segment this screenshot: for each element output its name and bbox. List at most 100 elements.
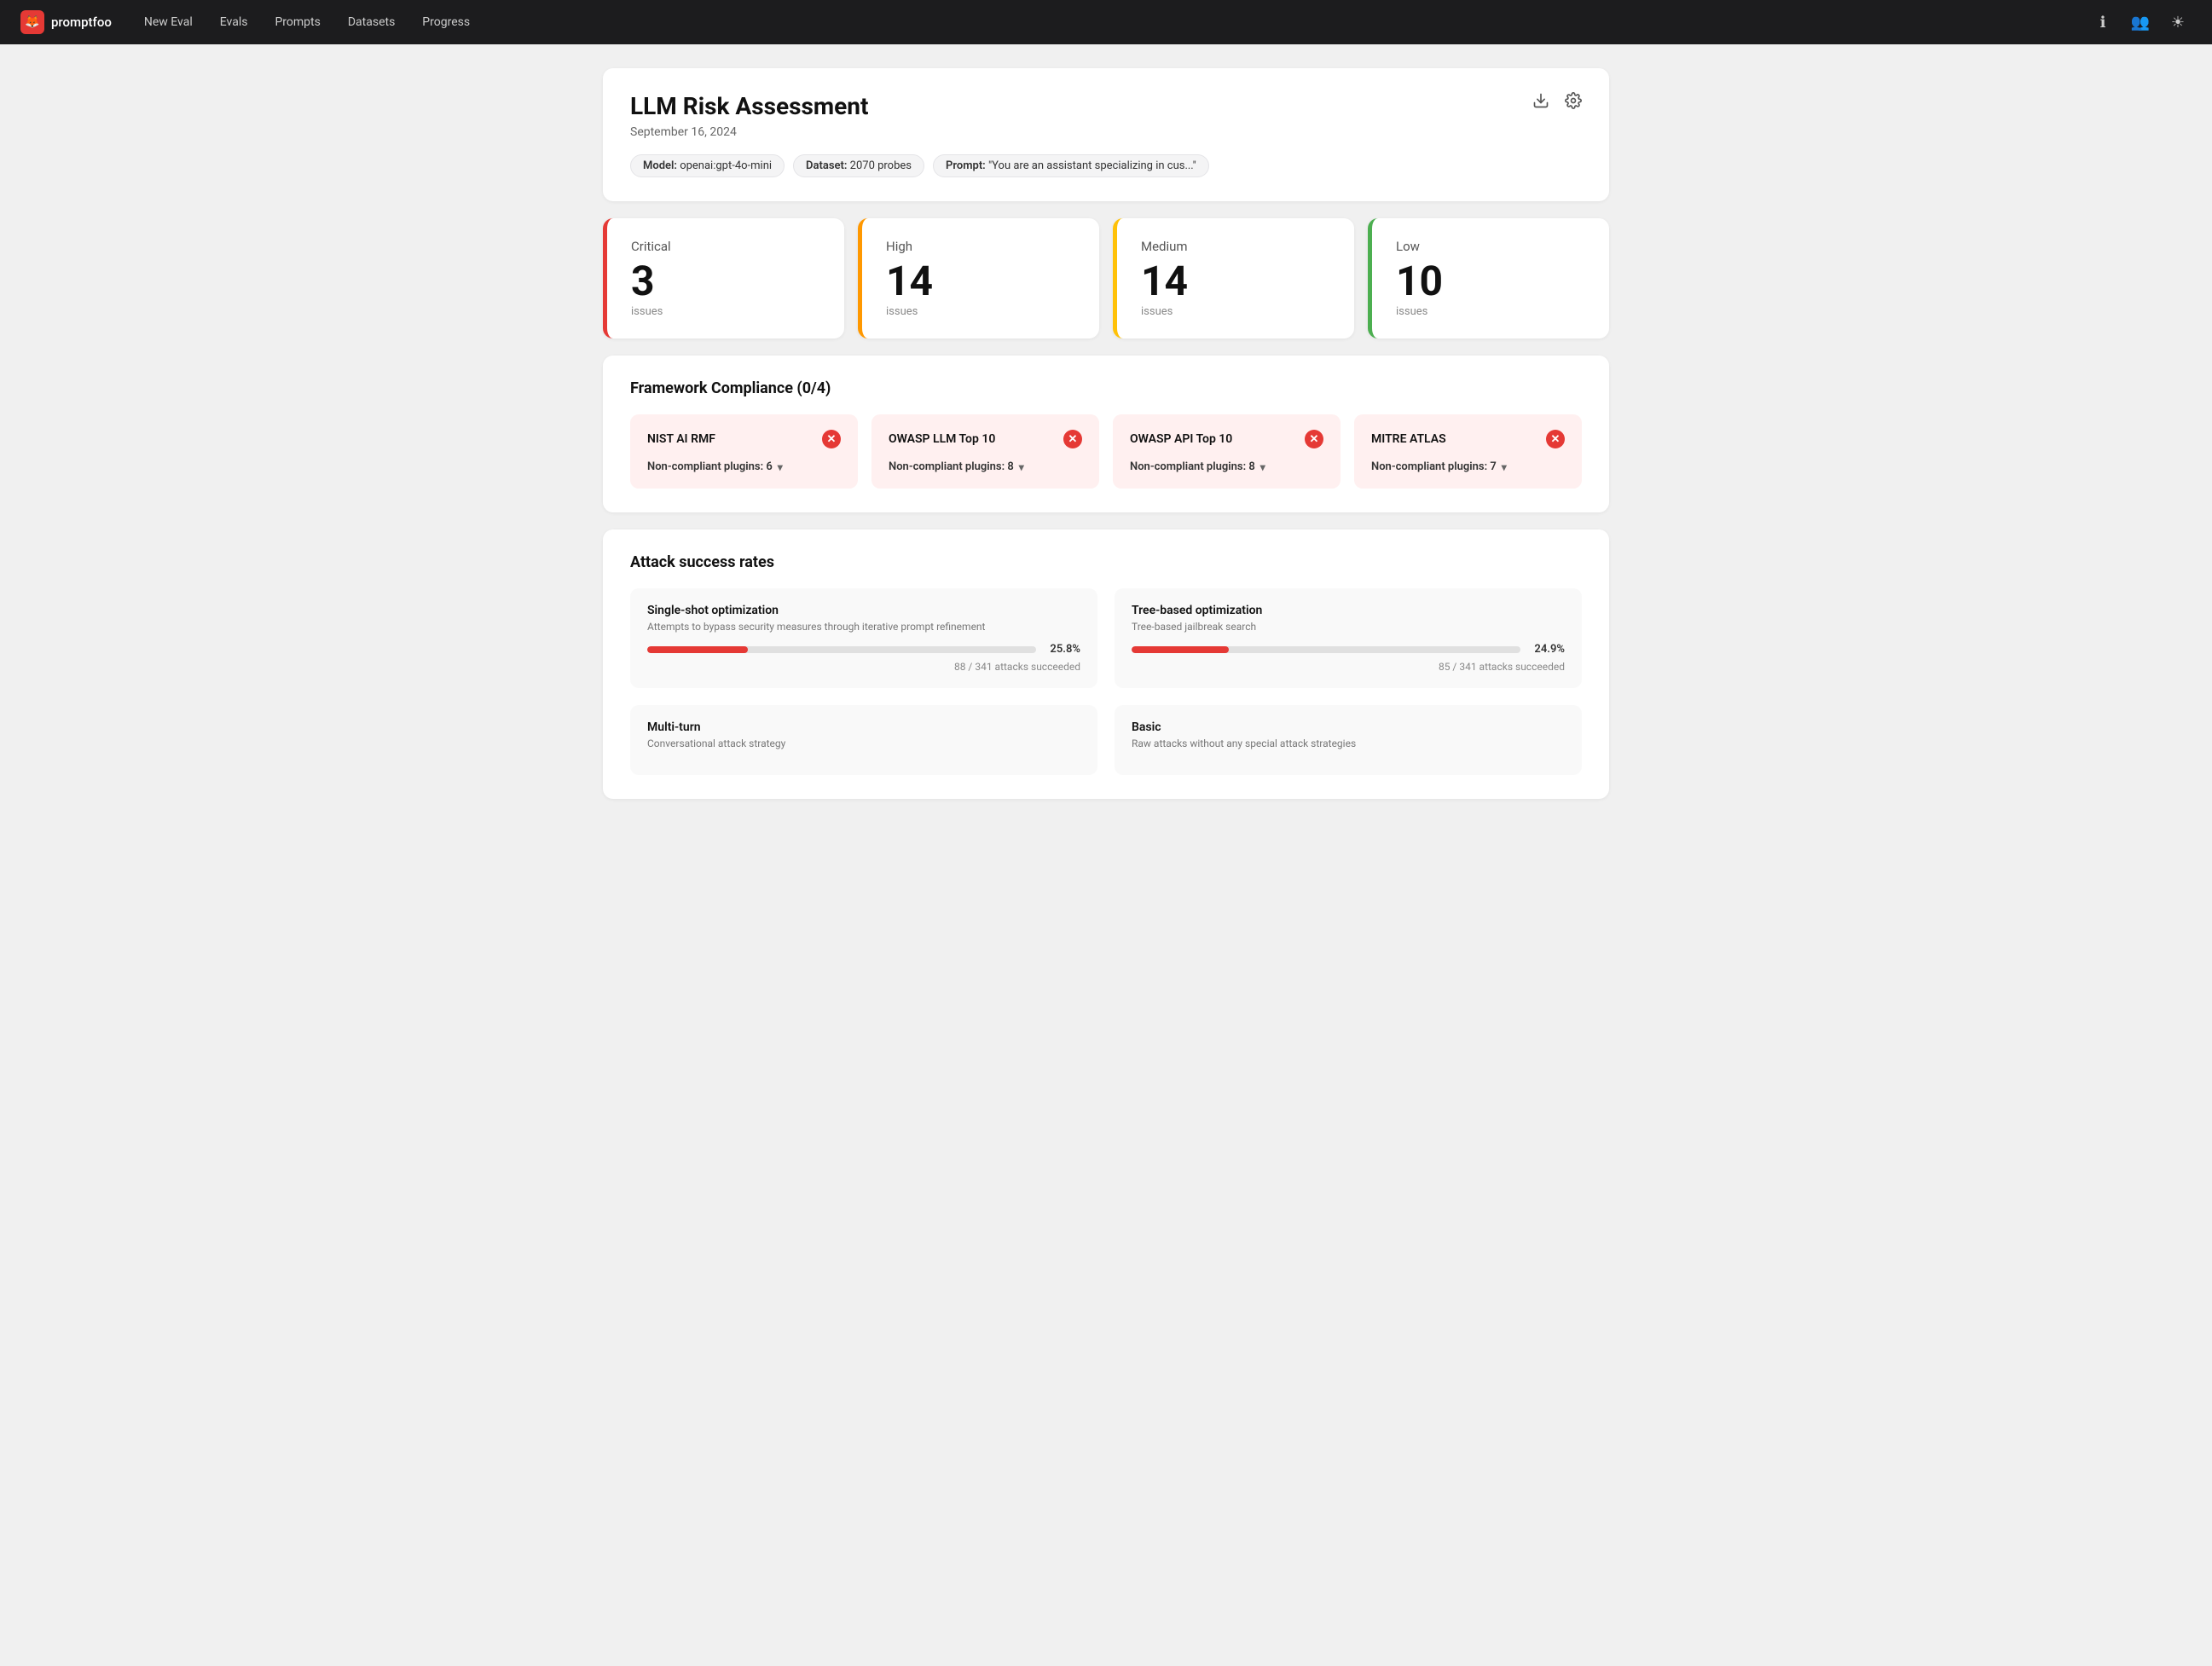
owasp-llm-plugins-text: Non-compliant plugins: 8	[889, 460, 1014, 473]
framework-compliance-title: Framework Compliance (0/4)	[630, 379, 1582, 397]
severity-card-critical[interactable]: Critical 3 issues	[603, 218, 844, 338]
framework-owasp-api-name: OWASP API Top 10	[1130, 432, 1232, 446]
header-actions	[1529, 89, 1585, 113]
nav-progress[interactable]: Progress	[410, 10, 482, 34]
nav-prompts[interactable]: Prompts	[263, 10, 332, 34]
users-icon: 👥	[2131, 14, 2150, 32]
logo-icon: 🦊	[20, 10, 44, 34]
owasp-llm-fail-icon: ✕	[1063, 430, 1082, 448]
high-sub: issues	[886, 305, 1075, 318]
attack-tree-based-name: Tree-based optimization	[1132, 604, 1565, 617]
logo-text: promptfoo	[51, 14, 112, 30]
owasp-api-plugins-text: Non-compliant plugins: 8	[1130, 460, 1255, 473]
dataset-badge: Dataset: 2070 probes	[793, 154, 924, 177]
attack-tree-based-pct: 24.9%	[1529, 643, 1565, 656]
attack-basic: Basic Raw attacks without any special at…	[1115, 705, 1582, 775]
header-card: LLM Risk Assessment September 16, 2024 M…	[603, 68, 1609, 201]
framework-mitre-header: MITRE ATLAS ✕	[1371, 430, 1565, 448]
attack-single-shot-progress-bg	[647, 646, 1036, 653]
frameworks-grid: NIST AI RMF ✕ Non-compliant plugins: 6 ▾…	[630, 414, 1582, 489]
attack-multi-turn-name: Multi-turn	[647, 720, 1080, 734]
attack-single-shot-desc: Attempts to bypass security measures thr…	[647, 621, 1080, 633]
attack-basic-name: Basic	[1132, 720, 1565, 734]
nav-links: New Eval Evals Prompts Datasets Progress	[132, 10, 2082, 34]
framework-nist: NIST AI RMF ✕ Non-compliant plugins: 6 ▾	[630, 414, 858, 489]
owasp-llm-plugins[interactable]: Non-compliant plugins: 8 ▾	[889, 460, 1082, 473]
gear-icon	[1565, 92, 1582, 109]
owasp-api-chevron-icon: ▾	[1260, 461, 1265, 473]
framework-compliance-card: Framework Compliance (0/4) NIST AI RMF ✕…	[603, 356, 1609, 512]
users-icon-button[interactable]: 👥	[2127, 9, 2154, 36]
nav-evals[interactable]: Evals	[208, 10, 260, 34]
dataset-label: Dataset:	[806, 159, 847, 172]
attack-single-shot-pct: 25.8%	[1045, 643, 1080, 656]
theme-icon: ☀	[2171, 14, 2185, 32]
attack-tree-based-progress-fill	[1132, 646, 1229, 653]
high-count: 14	[886, 261, 1075, 302]
high-label: High	[886, 239, 1075, 254]
attack-multi-turn-desc: Conversational attack strategy	[647, 738, 1080, 749]
framework-owasp-api-header: OWASP API Top 10 ✕	[1130, 430, 1323, 448]
meta-row: Model: openai:gpt-4o-mini Dataset: 2070 …	[630, 154, 1582, 177]
medium-count: 14	[1141, 261, 1330, 302]
nist-plugins[interactable]: Non-compliant plugins: 6 ▾	[647, 460, 841, 473]
framework-owasp-llm-header: OWASP LLM Top 10 ✕	[889, 430, 1082, 448]
nav-new-eval[interactable]: New Eval	[132, 10, 205, 34]
low-label: Low	[1396, 239, 1585, 254]
framework-owasp-llm: OWASP LLM Top 10 ✕ Non-compliant plugins…	[871, 414, 1099, 489]
theme-icon-button[interactable]: ☀	[2164, 9, 2192, 36]
critical-count: 3	[631, 261, 820, 302]
model-badge: Model: openai:gpt-4o-mini	[630, 154, 785, 177]
framework-owasp-llm-name: OWASP LLM Top 10	[889, 432, 995, 446]
prompt-value: "You are an assistant specializing in cu…	[988, 159, 1196, 172]
attack-single-shot-progress-fill	[647, 646, 748, 653]
mitre-plugins[interactable]: Non-compliant plugins: 7 ▾	[1371, 460, 1565, 473]
nist-chevron-icon: ▾	[778, 461, 783, 473]
model-value: openai:gpt-4o-mini	[680, 159, 772, 172]
medium-sub: issues	[1141, 305, 1330, 318]
owasp-api-plugins[interactable]: Non-compliant plugins: 8 ▾	[1130, 460, 1323, 473]
framework-mitre: MITRE ATLAS ✕ Non-compliant plugins: 7 ▾	[1354, 414, 1582, 489]
framework-nist-name: NIST AI RMF	[647, 432, 715, 446]
attack-tree-based-progress-row: 24.9%	[1132, 643, 1565, 656]
attack-tree-based-progress-bg	[1132, 646, 1520, 653]
low-count: 10	[1396, 261, 1585, 302]
info-icon-button[interactable]: ℹ	[2089, 9, 2116, 36]
framework-nist-header: NIST AI RMF ✕	[647, 430, 841, 448]
settings-button[interactable]	[1561, 89, 1585, 113]
attack-tree-based: Tree-based optimization Tree-based jailb…	[1115, 588, 1582, 688]
critical-label: Critical	[631, 239, 820, 254]
download-button[interactable]	[1529, 89, 1553, 113]
logo[interactable]: 🦊 promptfoo	[20, 10, 112, 34]
mitre-fail-icon: ✕	[1546, 430, 1565, 448]
attack-basic-desc: Raw attacks without any special attack s…	[1132, 738, 1565, 749]
attack-single-shot: Single-shot optimization Attempts to byp…	[630, 588, 1097, 688]
owasp-llm-chevron-icon: ▾	[1019, 461, 1024, 473]
attack-rates-card: Attack success rates Single-shot optimiz…	[603, 529, 1609, 799]
info-icon: ℹ	[2100, 14, 2106, 32]
attack-single-shot-progress-row: 25.8%	[647, 643, 1080, 656]
framework-owasp-api: OWASP API Top 10 ✕ Non-compliant plugins…	[1113, 414, 1341, 489]
severity-card-high[interactable]: High 14 issues	[858, 218, 1099, 338]
medium-label: Medium	[1141, 239, 1330, 254]
attack-grid: Single-shot optimization Attempts to byp…	[630, 588, 1582, 775]
model-label: Model:	[643, 159, 677, 172]
attack-single-shot-stats: 88 / 341 attacks succeeded	[647, 661, 1080, 673]
dataset-value: 2070 probes	[850, 159, 912, 172]
attack-rates-title: Attack success rates	[630, 553, 1582, 571]
page-title: LLM Risk Assessment	[630, 92, 1582, 120]
nav-icons: ℹ 👥 ☀	[2089, 9, 2192, 36]
severity-card-medium[interactable]: Medium 14 issues	[1113, 218, 1354, 338]
owasp-api-fail-icon: ✕	[1305, 430, 1323, 448]
nist-fail-icon: ✕	[822, 430, 841, 448]
critical-sub: issues	[631, 305, 820, 318]
download-icon	[1532, 92, 1549, 109]
mitre-plugins-text: Non-compliant plugins: 7	[1371, 460, 1497, 473]
nav-datasets[interactable]: Datasets	[336, 10, 407, 34]
mitre-chevron-icon: ▾	[1502, 461, 1507, 473]
prompt-badge: Prompt: "You are an assistant specializi…	[933, 154, 1209, 177]
prompt-label: Prompt:	[946, 159, 986, 172]
severity-card-low[interactable]: Low 10 issues	[1368, 218, 1609, 338]
attack-multi-turn: Multi-turn Conversational attack strateg…	[630, 705, 1097, 775]
attack-tree-based-stats: 85 / 341 attacks succeeded	[1132, 661, 1565, 673]
